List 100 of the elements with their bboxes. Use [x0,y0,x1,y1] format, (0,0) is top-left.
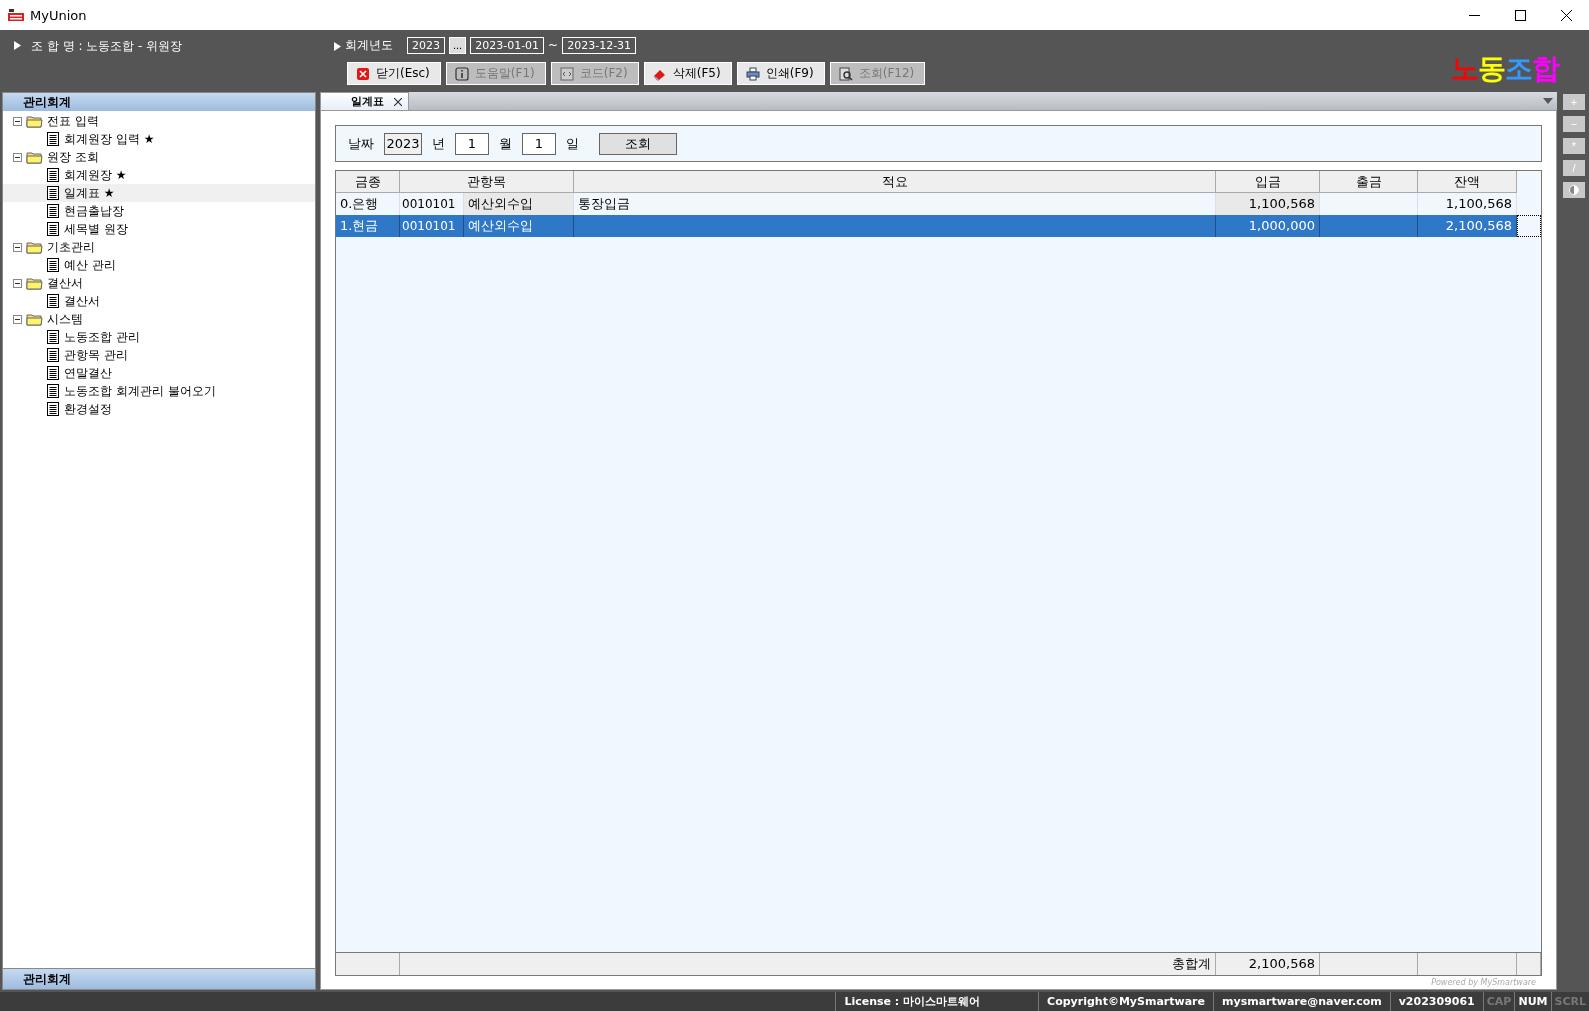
document-icon [47,222,59,236]
folder-icon [26,114,43,128]
tree-folder[interactable]: 원장 조회 [47,148,99,166]
close-icon[interactable] [394,97,402,106]
toolbar-button[interactable]: 닫기(Esc) [347,62,441,85]
collapse-icon[interactable] [13,152,22,162]
document-icon [47,384,59,398]
contrast-button[interactable] [1563,182,1585,198]
tree-item[interactable]: 예산 관리 [3,256,315,274]
tree-item[interactable]: 노동조합 관리 [3,328,315,346]
code-icon [559,66,574,81]
collapse-icon[interactable] [13,278,22,288]
tree-folder[interactable]: 시스템 [47,310,83,328]
end-date-field[interactable]: 2023-12-31 [562,36,637,54]
folder-icon [26,240,43,254]
column-header: 출금 [1320,171,1418,193]
column-header: 잔액 [1418,171,1517,193]
tree-item-label: 예산 관리 [64,256,116,274]
picker-button[interactable]: ... [449,36,467,54]
sidebar-header: 관리회계 [3,93,315,111]
toolbar-button[interactable]: 삭제(F5) [643,62,732,85]
tree-item-label: 환경설정 [64,400,112,418]
copyright-text: Copyright©MySmartware [1038,992,1213,1011]
day-input[interactable]: 1 [522,132,556,155]
document-icon [47,366,59,380]
email-text: mysmartware@naver.com [1213,992,1390,1011]
tree-item[interactable]: 회계원장 ★ [3,166,315,184]
toolbar-button[interactable]: 인쇄(F9) [736,62,825,85]
document-icon [47,294,59,308]
tree-item[interactable]: 환경설정 [3,400,315,418]
month-unit: 월 [499,134,512,153]
table-cell: 예산외수입 [464,215,574,237]
tree-folder[interactable]: 기초관리 [47,238,95,256]
column-header: 관항목 [400,171,574,193]
tree-item[interactable]: 연말결산 [3,364,315,382]
triangle-icon [334,42,341,51]
year-input[interactable]: 2023 [384,132,422,155]
key-indicator: CAP [1482,992,1515,1011]
printer-icon [745,66,760,81]
document-icon [47,402,59,416]
month-input[interactable]: 1 [455,132,489,155]
tree-item[interactable]: 회계원장 입력 ★ [3,130,315,148]
day-unit: 일 [566,134,579,153]
tree-item[interactable]: 노동조합 회계관리 불어오기 [3,382,315,400]
logo-letter: 조 [1505,51,1532,87]
tree-item-label: 일계표 ★ [64,184,115,202]
tree-item-label: 결산서 [64,292,100,310]
close-icon [1560,9,1572,21]
powered-by-text: Powered by MySmartware [1430,977,1537,989]
tree-item[interactable]: 현금출납장 [3,202,315,220]
tree-item[interactable]: 세목별 원장 [3,220,315,238]
tree-item-label: 관항목 관리 [64,346,128,364]
maximize-icon [1514,9,1526,21]
license-text: License : 마이스마트웨어 [835,992,1039,1011]
info-icon [454,66,469,81]
collapse-icon[interactable] [13,242,22,252]
document-search-icon [838,66,853,81]
tree-item-label: 회계원장 ★ [64,166,127,184]
folder-icon [26,276,43,290]
document-icon [47,348,59,362]
document-icon [47,168,59,182]
collapse-icon[interactable] [13,314,22,324]
year-field[interactable]: 2023 [407,36,445,54]
tab-label: 일계표 [351,94,384,109]
tree-item-label: 세목별 원장 [64,220,128,238]
document-icon [47,258,59,272]
folder-icon [26,150,43,164]
tree-item[interactable]: 결산서 [3,292,315,310]
tilde-separator: ~ [548,38,559,52]
folder-icon [26,312,43,326]
union-name: 조 합 명 : 노동조합 - 위원장 [31,38,183,55]
date-label: 날짜 [348,134,374,153]
table-cell: 1,100,568 [1216,193,1320,215]
tree-folder[interactable]: 전표 입력 [47,112,99,130]
app-icon [8,8,24,22]
tree-item-label: 현금출납장 [64,202,124,220]
tree-folder[interactable]: 결산서 [47,274,83,292]
dropdown-icon[interactable] [1543,98,1553,104]
key-indicator: NUM [1514,992,1551,1011]
key-indicator: SCRL [1550,992,1589,1011]
year-unit: 년 [432,134,445,153]
table-cell: 1.현금 [336,215,400,237]
tree-item[interactable]: 일계표 ★ [3,184,315,202]
tree-item-label: 노동조합 관리 [64,328,140,346]
search-button[interactable]: 조회 [599,132,677,155]
column-header: 입금 [1216,171,1320,193]
focus-outline [1517,215,1541,237]
collapse-icon[interactable] [13,116,22,126]
logo-letter: 합 [1532,51,1559,87]
table-cell: 2,100,568 [1418,215,1517,237]
column-header: 금종 [336,171,400,193]
document-icon [47,204,59,218]
version-text: v202309061 [1389,992,1483,1011]
logo-letter: 동 [1478,51,1505,87]
window-title: MyUnion [30,7,88,23]
tree-item-label: 연말결산 [64,364,112,382]
tree-item[interactable]: 관항목 관리 [3,346,315,364]
contrast-icon [1569,185,1579,195]
tab[interactable]: 일계표 [320,92,409,110]
start-date-field[interactable]: 2023-01-01 [470,36,545,54]
